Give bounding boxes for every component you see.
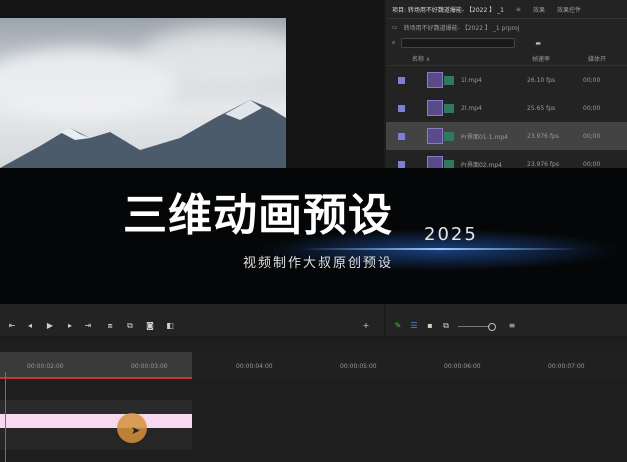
playback-controls: ⇤ ◂ ▶ ▸ ⇥ ⧈ ⧉ ◙ ◧ + <box>0 304 384 336</box>
program-monitor <box>0 0 384 168</box>
compare-icon[interactable]: ◧ <box>164 320 176 332</box>
mountain-image <box>0 100 286 168</box>
timeline-clip[interactable] <box>0 414 192 428</box>
timecode: 00:00:03:00 <box>131 363 168 370</box>
project-path-label: 转场用不好魏道爆能- 【2022 】 _1 prproj <box>403 24 520 32</box>
item-media: 00;00 <box>583 160 601 168</box>
column-headers: 名称 ∧ 帧速率 媒体开 <box>386 51 627 66</box>
mark-in-icon[interactable]: ⇤ <box>6 320 18 332</box>
new-bin-icon[interactable]: ▬ <box>535 40 541 47</box>
item-fps: 23.976 fps <box>527 160 559 168</box>
render-bar <box>0 377 192 379</box>
col-name[interactable]: 名称 ∧ <box>412 54 532 63</box>
project-panel: 项目: 转场用不好魏道爆能- 【2022 】 _1 ≡ 效果 效果控件 ▭ 转场… <box>386 0 627 172</box>
list-view-icon[interactable]: ☰ <box>408 320 420 332</box>
label-swatch <box>398 160 405 168</box>
search-icon: ⌕ <box>392 39 396 46</box>
clip-thumbnail-icon <box>427 72 454 88</box>
play-icon[interactable]: ▶ <box>44 320 56 332</box>
step-forward-icon[interactable]: ▸ <box>64 320 76 332</box>
col-fps[interactable]: 帧速率 <box>532 54 588 63</box>
project-toolbar: ✎ ☰ ▪ ⧉ ≡ <box>386 304 627 336</box>
playhead[interactable] <box>5 372 6 462</box>
camera-icon[interactable]: ◙ <box>144 320 156 332</box>
banner-subtitle: 视频制作大叔原创预设 <box>243 256 394 271</box>
timecode: 00:00:04:00 <box>236 363 273 370</box>
item-media: 00;00 <box>583 76 601 84</box>
banner-year: 2025 <box>424 224 478 245</box>
label-swatch <box>398 132 405 140</box>
list-item[interactable]: 2l.mp4 25.65 fps 00;00 <box>386 94 627 122</box>
item-name: 2l.mp4 <box>461 104 482 112</box>
timecode: 00:00:05:00 <box>340 363 377 370</box>
zoom-slider-handle[interactable] <box>488 323 496 331</box>
plus-icon[interactable]: + <box>360 320 372 332</box>
item-name: 1l.mp4 <box>461 76 482 84</box>
project-path: ▭ 转场用不好魏道爆能- 【2022 】 _1 prproj <box>386 19 627 35</box>
pencil-icon[interactable]: ✎ <box>392 320 404 332</box>
panel-tabs: 项目: 转场用不好魏道爆能- 【2022 】 _1 ≡ 效果 效果控件 <box>386 0 627 19</box>
cursor-icon: ➤ <box>131 424 141 437</box>
item-media: 00;00 <box>583 132 601 140</box>
item-fps: 25.65 fps <box>527 104 556 112</box>
timecode: 00:00:02:00 <box>27 363 64 370</box>
title-banner: 三维动画预设 2025 视频制作大叔原创预设 <box>0 168 627 304</box>
folder-icon: ▭ <box>392 23 398 31</box>
video-frame <box>0 18 286 168</box>
clip-thumbnail-icon <box>427 128 454 144</box>
col-media[interactable]: 媒体开 <box>588 54 606 63</box>
timecode: 00:00:07:00 <box>548 363 585 370</box>
label-swatch <box>398 104 405 112</box>
clip-thumbnail-icon <box>427 100 454 116</box>
item-fps: 23.976 fps <box>527 132 559 140</box>
label-swatch <box>398 76 405 84</box>
sort-icon[interactable]: ≡ <box>506 320 518 332</box>
tab-effect-controls[interactable]: 效果控件 <box>551 5 587 14</box>
step-back-icon[interactable]: ◂ <box>24 320 36 332</box>
list-item[interactable]: 1l.mp4 26.10 fps 00;00 <box>386 66 627 94</box>
icon-view-icon[interactable]: ▪ <box>424 320 436 332</box>
timecode: 00:00:06:00 <box>444 363 481 370</box>
audio-track[interactable] <box>0 428 192 450</box>
insert-icon[interactable]: ⧈ <box>104 320 116 332</box>
tab-project[interactable]: 项目: 转场用不好魏道爆能- 【2022 】 _1 <box>386 5 510 14</box>
banner-title: 三维动画预设 <box>123 190 393 241</box>
zoom-slider[interactable] <box>458 326 490 327</box>
item-media: 00;00 <box>583 104 601 112</box>
go-to-out-icon[interactable]: ⇥ <box>82 320 94 332</box>
freeform-view-icon[interactable]: ⧉ <box>440 320 452 332</box>
list-item[interactable]: Pr界面01-1.mp4 23.976 fps 00;00 <box>386 122 627 150</box>
video-track[interactable] <box>0 400 192 414</box>
item-name: Pr界面01-1.mp4 <box>461 133 508 141</box>
overwrite-icon[interactable]: ⧉ <box>124 320 136 332</box>
panel-menu-icon[interactable]: ≡ <box>510 6 527 13</box>
item-fps: 26.10 fps <box>527 76 556 84</box>
tab-effects[interactable]: 效果 <box>527 5 551 14</box>
search-input[interactable] <box>401 38 516 48</box>
